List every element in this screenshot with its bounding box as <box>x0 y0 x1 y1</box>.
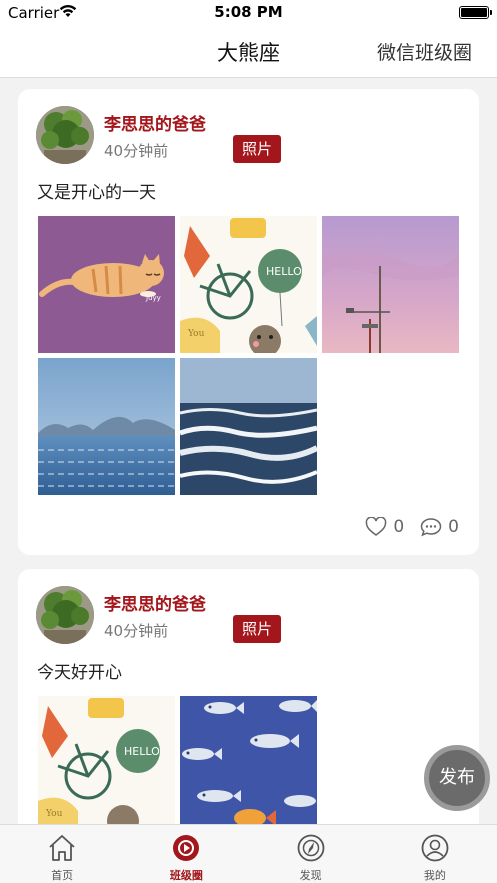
publish-button[interactable]: 发布 <box>424 745 490 811</box>
wechat-class-circle-link[interactable]: 微信班级圈 <box>377 38 472 65</box>
tab-profile[interactable]: 我的 <box>373 825 497 883</box>
comment-button[interactable]: 0 <box>420 517 459 537</box>
comment-count: 0 <box>448 517 459 537</box>
comment-icon <box>420 518 442 537</box>
post-type-badge: 照片 <box>233 135 281 163</box>
home-icon <box>49 835 75 861</box>
nav-bar: 大熊座 微信班级圈 <box>0 26 497 78</box>
post-type-badge: 照片 <box>233 615 281 643</box>
svg-text:Juyy: Juyy <box>145 294 161 302</box>
post-text: 又是开心的一天 <box>37 183 156 203</box>
post-image-bear-bike[interactable]: HELLO You <box>180 216 317 353</box>
svg-text:HELLO: HELLO <box>124 745 160 758</box>
profile-icon <box>421 834 449 862</box>
post-image-pink-sky[interactable] <box>322 216 459 353</box>
tab-class-circle[interactable]: 班级圈 <box>124 825 248 883</box>
tab-bar: 首页 班级圈 发现 我的 <box>0 824 497 883</box>
post-image-bear-bike[interactable]: HELLO You <box>38 696 175 824</box>
post-card: 李思思的爸爸 40分钟前 照片 又是开心的一天 Juyy HELLO You 0… <box>18 89 479 555</box>
post-image-lake[interactable] <box>38 358 175 495</box>
post-image-waves[interactable] <box>180 358 317 495</box>
tab-label: 首页 <box>51 869 74 882</box>
feed[interactable]: 李思思的爸爸 40分钟前 照片 又是开心的一天 Juyy HELLO You 0… <box>0 78 497 824</box>
post-card: 李思思的爸爸 40分钟前 照片 今天好开心 HELLO You <box>18 569 479 824</box>
post-image-cat[interactable]: Juyy <box>38 216 175 353</box>
post-time: 40分钟前 <box>104 142 169 160</box>
post-author[interactable]: 李思思的爸爸 <box>104 110 206 135</box>
svg-text:HELLO: HELLO <box>266 265 302 278</box>
svg-text:You: You <box>187 329 205 339</box>
post-actions: 0 0 <box>349 515 459 539</box>
avatar[interactable] <box>36 106 94 164</box>
status-time: 5:08 PM <box>214 3 283 21</box>
post-author[interactable]: 李思思的爸爸 <box>104 590 206 615</box>
svg-text:You: You <box>45 809 63 819</box>
tab-discover[interactable]: 发现 <box>249 825 373 883</box>
post-image-fish[interactable] <box>180 696 317 824</box>
discover-icon <box>297 834 325 862</box>
like-count: 0 <box>393 517 405 537</box>
post-time: 40分钟前 <box>104 622 169 640</box>
tab-label: 发现 <box>299 869 322 882</box>
status-bar: Carrier 5:08 PM <box>0 0 497 26</box>
battery-icon <box>459 6 492 19</box>
class-circle-icon <box>173 835 200 861</box>
like-button[interactable]: 0 <box>365 517 404 537</box>
tab-home[interactable]: 首页 <box>0 825 124 883</box>
heart-icon <box>366 517 387 536</box>
tab-label: 我的 <box>423 869 446 882</box>
avatar[interactable] <box>36 586 94 644</box>
post-text: 今天好开心 <box>37 663 122 683</box>
tab-label: 班级圈 <box>169 869 203 882</box>
